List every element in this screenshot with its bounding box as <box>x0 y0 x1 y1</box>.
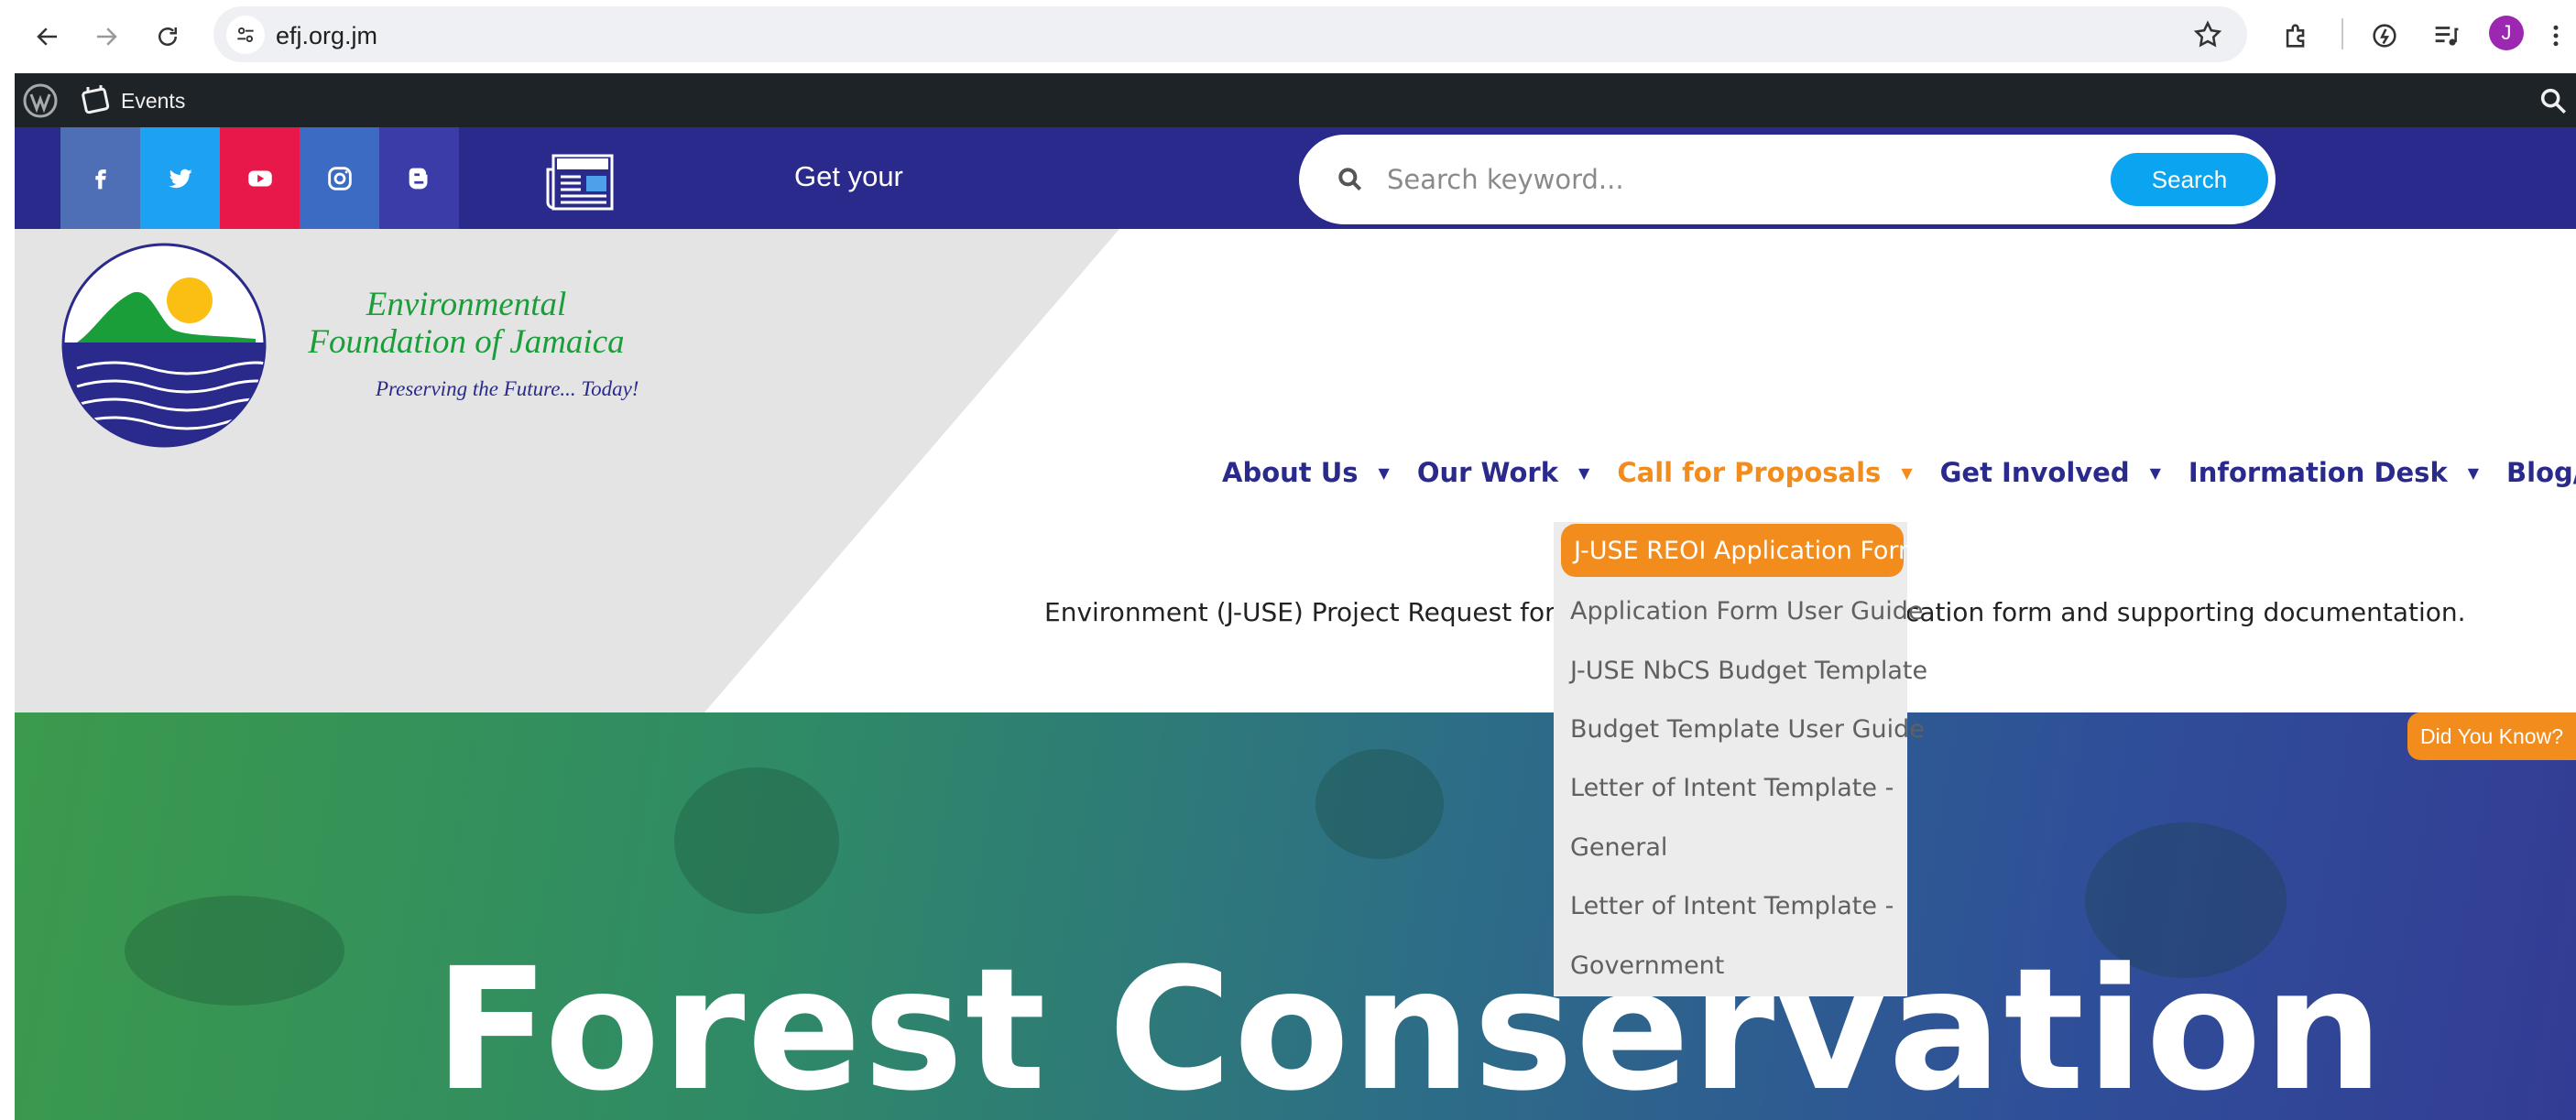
youtube-icon <box>247 170 272 186</box>
blogger-link[interactable] <box>379 127 459 229</box>
search-bar: Search <box>1299 135 2276 224</box>
playlist-icon <box>2435 27 2459 46</box>
hero-texture <box>1315 749 1444 859</box>
address-bar[interactable]: efj.org.jm <box>213 6 2247 62</box>
back-button[interactable] <box>27 16 68 57</box>
performance-button[interactable] <box>2363 15 2406 57</box>
dropdown-item-jusе-reoi-application-form[interactable]: J-USE REOI Application Form <box>1561 524 1922 577</box>
caret-down-icon: ▼ <box>1901 463 1913 482</box>
profile-avatar[interactable]: J <box>2489 16 2524 50</box>
nav-information-desk[interactable]: Information Desk ▼ <box>2189 457 2506 488</box>
search-button[interactable]: Search <box>2111 153 2268 206</box>
wp-admin-bar: Events <box>15 73 2576 127</box>
announcement-text-right: cation form and supporting documentation… <box>1905 597 2466 627</box>
arrow-left-icon <box>37 27 57 46</box>
nav-label: Get Involved <box>1939 457 2130 488</box>
speed-icon <box>2373 24 2396 48</box>
nav-label: Blog/Podcast <box>2506 457 2576 488</box>
hero-texture <box>674 767 839 914</box>
browser-toolbar: efj.org.jm J <box>0 0 2576 73</box>
nav-label: Our Work <box>1416 457 1559 488</box>
facebook-link[interactable] <box>60 127 140 229</box>
tune-icon <box>237 27 254 43</box>
arrow-right-icon <box>97 27 117 46</box>
logo-tagline: Preserving the Future... Today! <box>376 377 639 400</box>
reload-button[interactable] <box>147 16 188 57</box>
nav-label: Call for Proposals <box>1617 457 1882 488</box>
site-info-button[interactable] <box>226 16 265 54</box>
twitter-link[interactable] <box>140 127 220 229</box>
dropdown-item-budget-template-user-guide[interactable]: Budget Template User Guide <box>1554 715 1925 744</box>
dropdown-item-loi-government-line2[interactable]: Government <box>1554 951 1907 980</box>
call-for-proposals-dropdown: J-USE REOI Application Form Application … <box>1554 522 1927 996</box>
facebook-icon <box>94 169 106 189</box>
instagram-icon <box>327 166 352 190</box>
nav-label: About Us <box>1222 457 1359 488</box>
hero-banner: Forest Conservation <box>15 712 2576 1120</box>
kebab-menu-icon <box>2553 25 2559 47</box>
caret-down-icon: ▼ <box>1378 463 1390 482</box>
hero-title: Forest Conservation <box>434 932 2385 1120</box>
did-you-know-tab[interactable]: Did You Know? <box>2407 712 2576 760</box>
reload-icon <box>158 27 177 46</box>
ticker-text: Get your <box>794 160 903 192</box>
extensions-button[interactable] <box>2276 15 2318 57</box>
url-text[interactable]: efj.org.jm <box>276 22 377 50</box>
toolbar-divider <box>2341 18 2343 49</box>
nav-get-involved[interactable]: Get Involved ▼ <box>1940 457 2189 488</box>
blogger-icon <box>409 168 427 189</box>
wordpress-logo-icon[interactable] <box>22 82 59 119</box>
dropdown-item-loi-general-line1[interactable]: Letter of Intent Template - <box>1554 774 1907 802</box>
instagram-link[interactable] <box>300 127 379 229</box>
site-header: Environmental Foundation of Jamaica Pres… <box>15 229 2576 712</box>
menu-button[interactable] <box>2542 15 2570 57</box>
events-menu-item[interactable]: Events <box>121 89 185 114</box>
newspaper-icon <box>546 154 614 211</box>
bookmark-star-icon[interactable] <box>2192 19 2223 50</box>
dropdown-item-loi-government-line1[interactable]: Letter of Intent Template - <box>1554 892 1907 920</box>
main-navigation: About Us ▼ Our Work ▼ Call for Proposals ▼ … <box>1222 453 2576 492</box>
logo-title: Environmental Foundation of Jamaica <box>308 286 625 361</box>
nav-our-work[interactable]: Our Work ▼ <box>1417 457 1617 488</box>
nav-about-us[interactable]: About Us ▼ <box>1222 457 1417 488</box>
dropdown-item-loi-general-line2[interactable]: General <box>1554 833 1907 862</box>
efj-logo[interactable] <box>59 240 269 451</box>
dropdown-item-nbcs-budget-template[interactable]: J-USE NbCS Budget Template <box>1554 657 1927 685</box>
hero-texture <box>125 896 344 1006</box>
caret-down-icon: ▼ <box>2467 463 2480 482</box>
calendar-icon[interactable] <box>79 83 112 116</box>
puzzle-icon <box>2286 24 2305 48</box>
caret-down-icon: ▼ <box>1578 463 1590 482</box>
top-bar: Get your Search <box>15 127 2576 229</box>
caret-down-icon: ▼ <box>2149 463 2161 482</box>
search-icon <box>1338 168 1362 191</box>
search-icon[interactable] <box>2538 85 2569 116</box>
nav-label: Information Desk <box>2188 457 2448 488</box>
dropdown-item-application-form-user-guide[interactable]: Application Form User Guide <box>1554 597 1923 625</box>
nav-blog-podcast[interactable]: Blog/Podcast <box>2506 457 2576 488</box>
announcement-text-left: Environment (J-USE) Project Request for … <box>1044 597 1580 627</box>
forward-button[interactable] <box>86 16 126 57</box>
search-input[interactable] <box>1387 158 2083 201</box>
twitter-icon <box>168 169 192 188</box>
youtube-link[interactable] <box>220 127 300 229</box>
nav-call-for-proposals[interactable]: Call for Proposals ▼ <box>1617 457 1939 488</box>
media-controls-button[interactable] <box>2425 15 2467 57</box>
